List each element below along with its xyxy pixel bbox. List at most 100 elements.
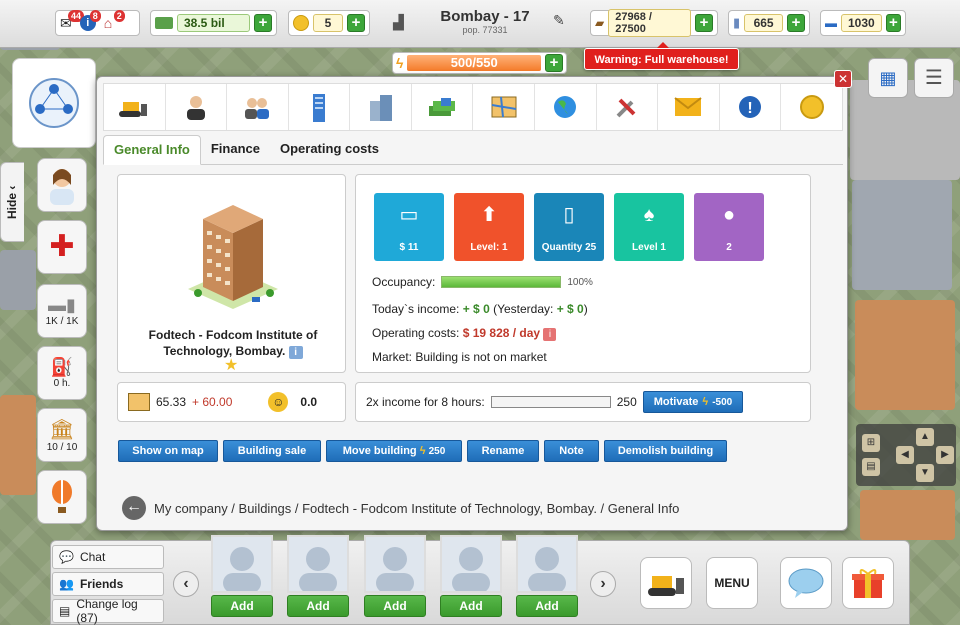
add-resource-3-button[interactable]: + [885, 14, 901, 32]
hide-sidebar-tab[interactable]: Hide ‹ [0, 162, 24, 242]
lamp-level-label: Level 1 [632, 242, 666, 253]
friends-next-button[interactable]: › [590, 571, 616, 597]
smiley-icon: ☺ [268, 392, 289, 412]
add-money-button[interactable]: + [254, 14, 272, 32]
yesterday-label: (Yesterday: [493, 302, 554, 316]
gold-coin-icon[interactable] [781, 84, 842, 130]
income-value: + $ 0 [462, 302, 490, 316]
add-friend-button[interactable]: Add [516, 595, 578, 617]
changelog-link[interactable]: ▤ Change log (87) [52, 597, 164, 625]
tab-finance[interactable]: Finance [201, 135, 270, 164]
note-button[interactable]: Note [544, 440, 599, 462]
chat-link[interactable]: 💬 Chat [52, 545, 164, 569]
back-arrow-icon[interactable]: ← [122, 496, 146, 520]
bank-icon: 🏛 [49, 419, 75, 441]
trucks-button[interactable]: ▬▮ 1K / 1K [37, 284, 87, 338]
stats-icon[interactable]: ▟ [393, 14, 404, 31]
bank-button[interactable]: 🏛 10 / 10 [37, 408, 87, 462]
menu-icon[interactable]: ☰ [914, 58, 954, 98]
tab-general-info[interactable]: General Info [103, 135, 201, 165]
office-building-icon[interactable] [350, 84, 412, 130]
pan-left-icon[interactable]: ◀ [896, 446, 914, 464]
mail-icon[interactable]: ✉ 44 [60, 9, 85, 32]
fuel-button[interactable]: ⛽ 0 h. [37, 346, 87, 400]
info-circle-icon[interactable]: ! [720, 84, 782, 130]
bulldozer-icon[interactable] [104, 84, 166, 130]
building-panel: ! General Info Finance Operating costs F… [96, 76, 848, 531]
staff-count-tile[interactable]: ● 2 [694, 193, 764, 261]
globe-icon[interactable] [535, 84, 597, 130]
skyscraper-icon[interactable] [289, 84, 351, 130]
money-stack-icon[interactable] [412, 84, 474, 130]
hospital-button[interactable]: ✚ [37, 220, 87, 274]
friend-avatar [287, 535, 349, 593]
main-menu-button[interactable]: MENU [706, 557, 758, 609]
pan-right-icon[interactable]: ▶ [936, 446, 954, 464]
add-friend-button[interactable]: Add [364, 595, 426, 617]
motivate-card: 2x income for 8 hours: 250 Motivate ϟ -5… [355, 382, 811, 422]
demolish-building-button[interactable]: Demolish building [604, 440, 727, 462]
home-icon[interactable]: ⌂ 2 [104, 10, 125, 31]
quantity-tile[interactable]: ▯ Quantity 25 [534, 193, 604, 261]
price-tile[interactable]: ▭ $ 11 [374, 193, 444, 261]
add-energy-button[interactable]: + [545, 54, 563, 72]
city-population: pop. 77331 [462, 25, 508, 35]
add-resource-2-button[interactable]: + [787, 14, 805, 32]
city-map-icon[interactable] [473, 84, 536, 130]
rating-map-icon [128, 393, 150, 411]
map-icon[interactable]: ▦ [868, 58, 908, 98]
pan-down-icon[interactable]: ▼ [916, 464, 934, 482]
add-warehouse-button[interactable]: + [695, 14, 713, 32]
rename-button[interactable]: Rename [467, 440, 539, 462]
happiness-value: 0.0 [300, 395, 318, 409]
motivate-button[interactable]: Motivate ϟ -500 [642, 391, 744, 413]
info-small-icon[interactable]: i [288, 346, 303, 359]
building-image [188, 205, 278, 309]
friends-icon: 👥 [59, 577, 74, 591]
manager-icon[interactable] [166, 84, 228, 130]
advisor-button[interactable] [37, 158, 87, 212]
gift-button[interactable] [842, 557, 894, 609]
show-on-map-button[interactable]: Show on map [118, 440, 218, 462]
panel-tabs: General Info Finance Operating costs [103, 135, 843, 165]
add-friend-button[interactable]: Add [211, 595, 273, 617]
company-logo[interactable] [12, 58, 96, 148]
close-panel-button[interactable]: ✕ [834, 70, 852, 88]
energy-bar: ϟ 500/550 + [392, 52, 567, 74]
yesterday-close: ) [583, 302, 588, 316]
lamp-level-tile[interactable]: ♠ Level 1 [614, 193, 684, 261]
company-logo-icon [29, 78, 79, 128]
tools-icon[interactable] [597, 84, 659, 130]
bottle-icon: ▮ [733, 15, 741, 30]
money-box: 38.5 bil + [150, 10, 277, 36]
friends-prev-button[interactable]: ‹ [173, 571, 199, 597]
info-icon[interactable]: i8 [79, 10, 101, 31]
building-info-card: ▭ $ 11 ⬆ Level: 1 ▯ Quantity 25 ♠ Level … [355, 174, 811, 373]
friends-link[interactable]: 👥 Friends [52, 572, 164, 596]
zoom-icon[interactable]: ⊞ [862, 434, 880, 452]
person-icon: ● [722, 204, 736, 226]
add-friend-button[interactable]: Add [287, 595, 349, 617]
chat-button[interactable] [780, 557, 832, 609]
level-upgrade-tile[interactable]: ⬆ Level: 1 [454, 193, 524, 261]
friend-slot: Add [440, 535, 502, 619]
tab-operating-costs[interactable]: Operating costs [270, 135, 389, 164]
lamp-icon: ♠ [643, 204, 655, 226]
staff-icon[interactable] [227, 84, 289, 130]
document-icon: ▤ [59, 604, 71, 618]
move-building-label: Move building [342, 445, 417, 457]
pan-up-icon[interactable]: ▲ [916, 428, 934, 446]
add-coins-button[interactable]: + [347, 14, 365, 32]
building-sale-button[interactable]: Building sale [223, 440, 321, 462]
move-building-button[interactable]: Move building ϟ 250 [326, 440, 462, 462]
balloon-button[interactable] [37, 470, 87, 524]
layers-icon[interactable]: ▤ [862, 458, 880, 476]
edit-city-icon[interactable]: ✎ [553, 12, 565, 29]
construction-button[interactable] [640, 557, 692, 609]
opcost-info-icon[interactable]: i [543, 328, 557, 341]
envelope-icon[interactable] [658, 84, 720, 130]
changelog-label: Change log (87) [76, 597, 138, 625]
add-friend-button[interactable]: Add [440, 595, 502, 617]
friend-avatar [211, 535, 273, 593]
money-icon [155, 17, 173, 29]
